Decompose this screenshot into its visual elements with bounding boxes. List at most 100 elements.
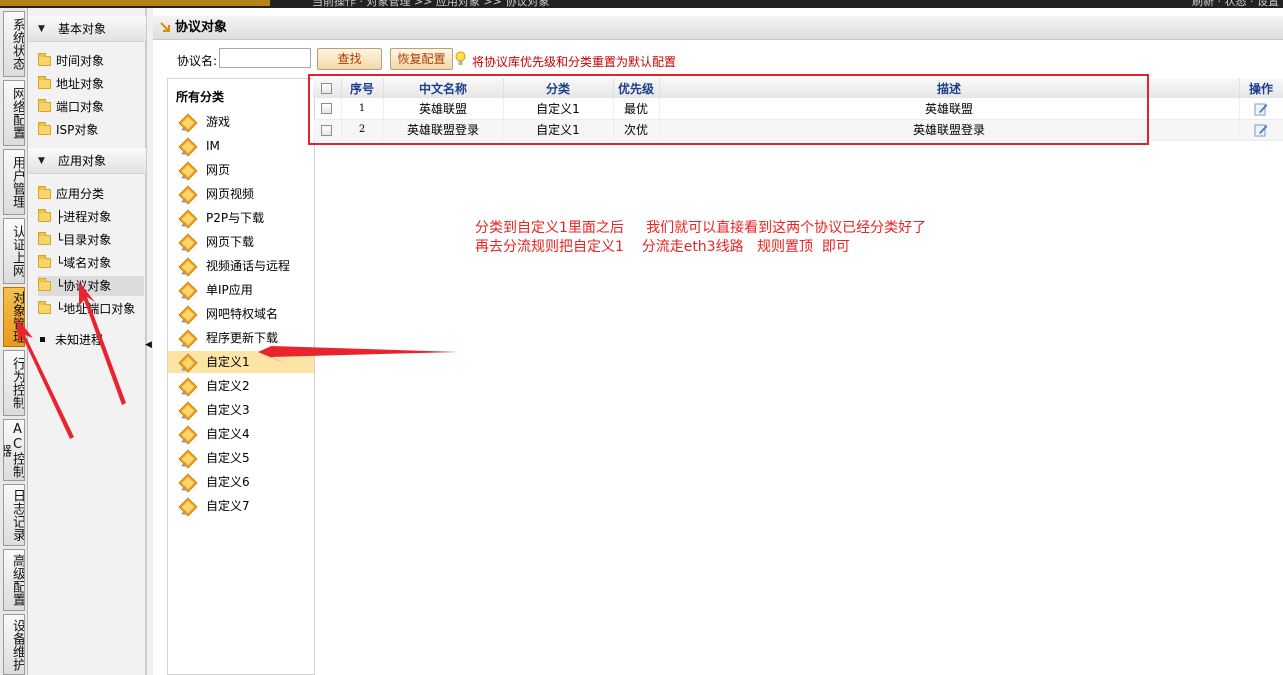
tree-item-label: └域名对象 [56, 256, 112, 270]
row-checkbox[interactable] [321, 124, 333, 136]
main-content: 协议对象 协议名: 查找 恢复配置 将协议库优先级和分类重置为默认配置 所有分类… [153, 8, 1283, 675]
category-item[interactable]: 单IP应用 [168, 279, 314, 301]
tree-item-address-port[interactable]: └地址端口对象 [38, 299, 135, 319]
tree-item-unknown-process[interactable]: 未知进程 [38, 330, 103, 350]
collapse-left-icon[interactable]: ◀ [145, 340, 152, 350]
col-category[interactable]: 分类 [503, 78, 614, 98]
folder-icon [38, 209, 51, 222]
category-item[interactable]: P2P与下载 [168, 207, 314, 229]
search-label: 协议名: [177, 54, 218, 68]
category-item[interactable]: 自定义1 [168, 351, 314, 373]
category-item[interactable]: 游戏 [168, 111, 314, 133]
category-item[interactable]: 自定义7 [168, 495, 314, 517]
category-item[interactable]: 视频通话与远程 [168, 255, 314, 277]
table-row[interactable]: 2 英雄联盟登录 自定义1 次优 英雄联盟登录 [313, 119, 1283, 141]
diamond-icon [178, 449, 198, 469]
col-name[interactable]: 中文名称 [383, 78, 504, 98]
col-index[interactable]: 序号 [341, 78, 384, 98]
top-accent [0, 0, 270, 6]
folder-icon [38, 122, 51, 135]
folder-icon [38, 278, 51, 291]
diamond-icon [178, 281, 198, 301]
tree-item-isp[interactable]: ISP对象 [38, 120, 98, 140]
category-item[interactable]: 自定义5 [168, 447, 314, 469]
tree-item-time[interactable]: 时间对象 [38, 51, 104, 71]
cell-index: 1 [341, 98, 384, 120]
category-label: 单IP应用 [206, 283, 253, 297]
tree-item-process[interactable]: ├进程对象 [38, 207, 111, 227]
select-all-checkbox[interactable] [321, 83, 333, 94]
top-bar: 当前操作 · 对象管理 >> 应用对象 >> 协议对象 刷新 · 状态 · 设置 [0, 0, 1283, 8]
tab-ac-controller[interactable]: AC控制器 [3, 419, 25, 481]
diamond-icon [178, 497, 198, 517]
tab-auth-online[interactable]: 认证上网 [3, 218, 25, 284]
category-item[interactable]: 自定义3 [168, 399, 314, 421]
tree-item-label: 未知进程 [55, 333, 104, 347]
category-item[interactable]: 自定义4 [168, 423, 314, 445]
tree-item-directory[interactable]: └目录对象 [38, 230, 111, 250]
tree-item-app-category[interactable]: 应用分类 [38, 184, 104, 204]
folder-icon [38, 301, 51, 314]
tab-system-status[interactable]: 系统状态 [3, 11, 25, 77]
category-item[interactable]: 程序更新下载 [168, 327, 314, 349]
category-item[interactable]: 网吧特权域名 [168, 303, 314, 325]
cell-category: 自定义1 [503, 98, 614, 120]
category-item[interactable]: 网页视频 [168, 183, 314, 205]
category-item[interactable]: 网页 [168, 159, 314, 181]
table-row[interactable]: 1 英雄联盟 自定义1 最优 英雄联盟 [313, 98, 1283, 120]
restore-config-button[interactable]: 恢复配置 [390, 48, 453, 70]
category-item[interactable]: 自定义6 [168, 471, 314, 493]
tree-item-label: ISP对象 [56, 123, 99, 137]
diamond-icon [178, 353, 198, 373]
tree-item-label: 端口对象 [56, 100, 105, 114]
bullet-icon [40, 337, 45, 342]
tree-group-label: 基本对象 [58, 22, 107, 36]
category-label: 自定义4 [206, 427, 250, 441]
tree-group-basic[interactable]: ▼ 基本对象 [28, 16, 146, 42]
find-button[interactable]: 查找 [317, 48, 382, 70]
tab-device-maintenance[interactable]: 设备维护 [3, 614, 25, 675]
tree-item-address[interactable]: 地址对象 [38, 74, 104, 94]
folder-icon [38, 76, 51, 89]
search-bar: 协议名: 查找 恢复配置 将协议库优先级和分类重置为默认配置 [153, 48, 1283, 74]
category-label: IM [206, 139, 220, 153]
category-label: 自定义6 [206, 475, 250, 489]
category-item[interactable]: 自定义2 [168, 375, 314, 397]
col-priority[interactable]: 优先级 [613, 78, 660, 98]
tab-network-config[interactable]: 网络配置 [3, 80, 25, 146]
tree-item-domain[interactable]: └域名对象 [38, 253, 111, 273]
protocol-name-input[interactable] [219, 48, 311, 68]
col-description[interactable]: 描述 [659, 78, 1240, 98]
tree-item-label: 地址对象 [56, 77, 105, 91]
row-checkbox[interactable] [321, 103, 333, 115]
diamond-icon [178, 305, 198, 325]
edit-icon[interactable] [1254, 123, 1268, 137]
tab-object-management[interactable]: 对象管理 [3, 287, 25, 347]
tree-group-app[interactable]: ▼ 应用对象 [28, 148, 146, 174]
diamond-icon [178, 257, 198, 277]
category-item[interactable]: 网页下载 [168, 231, 314, 253]
annotation-line-2: 再去分流规则把自定义1 分流走eth3线路 规则置顶 即可 [475, 239, 850, 255]
col-actions: 操作 [1239, 78, 1283, 98]
tree-item-protocol[interactable]: └协议对象 [38, 276, 144, 296]
tree-item-label: └协议对象 [56, 279, 112, 293]
diamond-icon [178, 161, 198, 181]
folder-icon [38, 255, 51, 268]
tab-advanced-config[interactable]: 高级配置 [3, 549, 25, 611]
category-item[interactable]: IM [168, 135, 314, 157]
tab-user-management[interactable]: 用户管理 [3, 149, 25, 215]
category-label: 网页 [206, 163, 231, 177]
edit-icon[interactable] [1254, 102, 1268, 116]
category-label: 自定义5 [206, 451, 250, 465]
tab-behavior-control[interactable]: 行为控制 [3, 350, 25, 416]
tree-item-label: ├进程对象 [56, 210, 112, 224]
restore-hint: 将协议库优先级和分类重置为默认配置 [472, 55, 677, 69]
panel-splitter[interactable]: ◀ [145, 8, 153, 675]
tab-log-records[interactable]: 日志记录 [3, 484, 25, 546]
annotation-line-1: 分类到自定义1里面之后 我们就可以直接看到这两个协议已经分类好了 [475, 220, 927, 236]
diamond-icon [178, 473, 198, 493]
tree-item-port[interactable]: 端口对象 [38, 97, 104, 117]
select-all-cell [313, 78, 342, 98]
cell-actions [1239, 98, 1283, 120]
category-header: 所有分类 [176, 90, 225, 104]
